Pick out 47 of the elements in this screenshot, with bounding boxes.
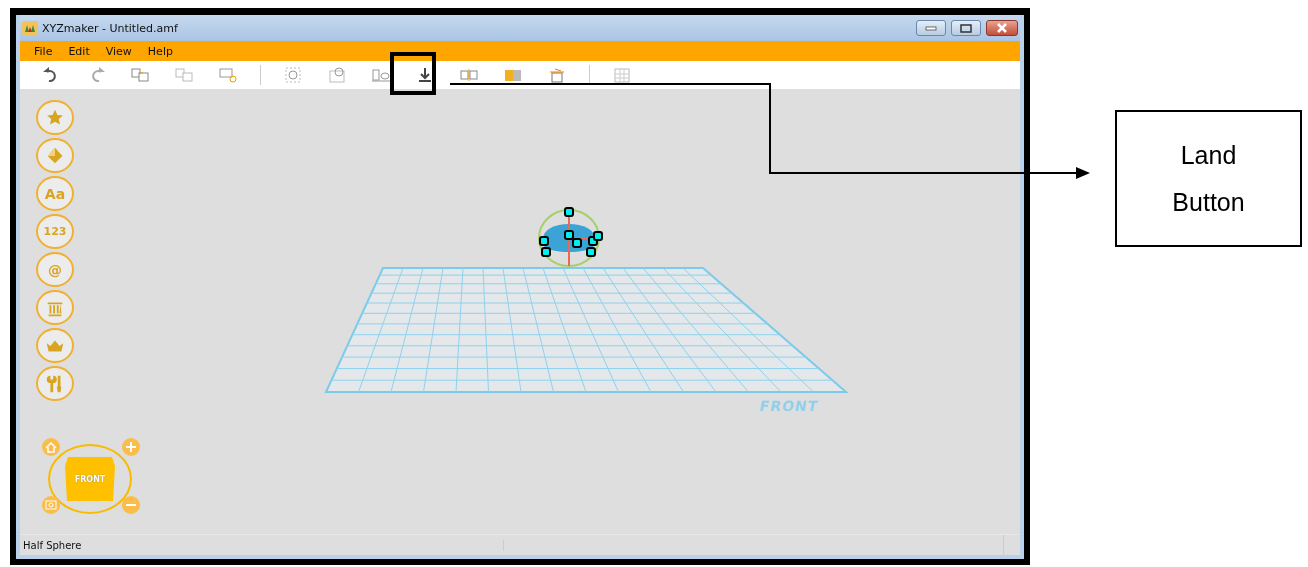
- align-icon: [371, 66, 391, 84]
- minimize-button[interactable]: [916, 20, 946, 36]
- menu-item[interactable]: File: [26, 44, 61, 58]
- plus-icon: [126, 442, 136, 452]
- delete-button[interactable]: [547, 65, 567, 85]
- window-title: XYZmaker - Untitled.amf: [42, 21, 178, 35]
- group-button[interactable]: [283, 65, 303, 85]
- home-icon: [45, 441, 57, 453]
- maximize-button[interactable]: [951, 20, 981, 36]
- pyramid-shape-button[interactable]: [36, 138, 74, 173]
- half-sphere-drawing: [538, 207, 603, 267]
- tools-shape-button[interactable]: [36, 366, 74, 401]
- view-cube-label: FRONT: [65, 457, 115, 501]
- status-text: Half Sphere: [20, 539, 504, 551]
- zoom-out-button[interactable]: [122, 496, 140, 514]
- menu-item[interactable]: View: [97, 44, 140, 58]
- copy-button[interactable]: [130, 65, 150, 85]
- menu-item[interactable]: Edit: [60, 44, 98, 58]
- front-label: FRONT: [758, 398, 820, 414]
- close-icon: [996, 23, 1008, 33]
- grid-icon: [612, 66, 632, 84]
- split-icon: [459, 66, 479, 84]
- close-button[interactable]: [986, 20, 1018, 36]
- copy-icon: [130, 66, 150, 84]
- home-view-button[interactable]: [42, 438, 60, 456]
- app-logo-icon: [22, 21, 38, 35]
- ungroup-icon: [327, 66, 347, 84]
- group-icon: [283, 66, 303, 84]
- callout-text: Land Button: [1171, 139, 1246, 218]
- delete-icon: [547, 66, 567, 84]
- minus-icon: [126, 503, 136, 507]
- minimize-icon: [925, 25, 937, 31]
- ungroup-button[interactable]: [327, 65, 347, 85]
- zoom-in-button[interactable]: [122, 438, 140, 456]
- duplicate-button[interactable]: [218, 65, 238, 85]
- fit-view-button[interactable]: [42, 496, 60, 514]
- maximize-icon: [960, 23, 972, 33]
- star-shape-button[interactable]: [36, 100, 74, 135]
- column-shape-button[interactable]: [36, 290, 74, 325]
- menu-item[interactable]: Help: [139, 44, 181, 58]
- crown-shape-button[interactable]: [36, 328, 74, 363]
- grid-button[interactable]: [612, 65, 632, 85]
- duplicate-icon: [218, 66, 238, 84]
- paste-icon: [174, 66, 194, 84]
- paste-button[interactable]: [174, 65, 194, 85]
- frame-icon: [45, 500, 57, 510]
- highlight-frame: [390, 52, 436, 95]
